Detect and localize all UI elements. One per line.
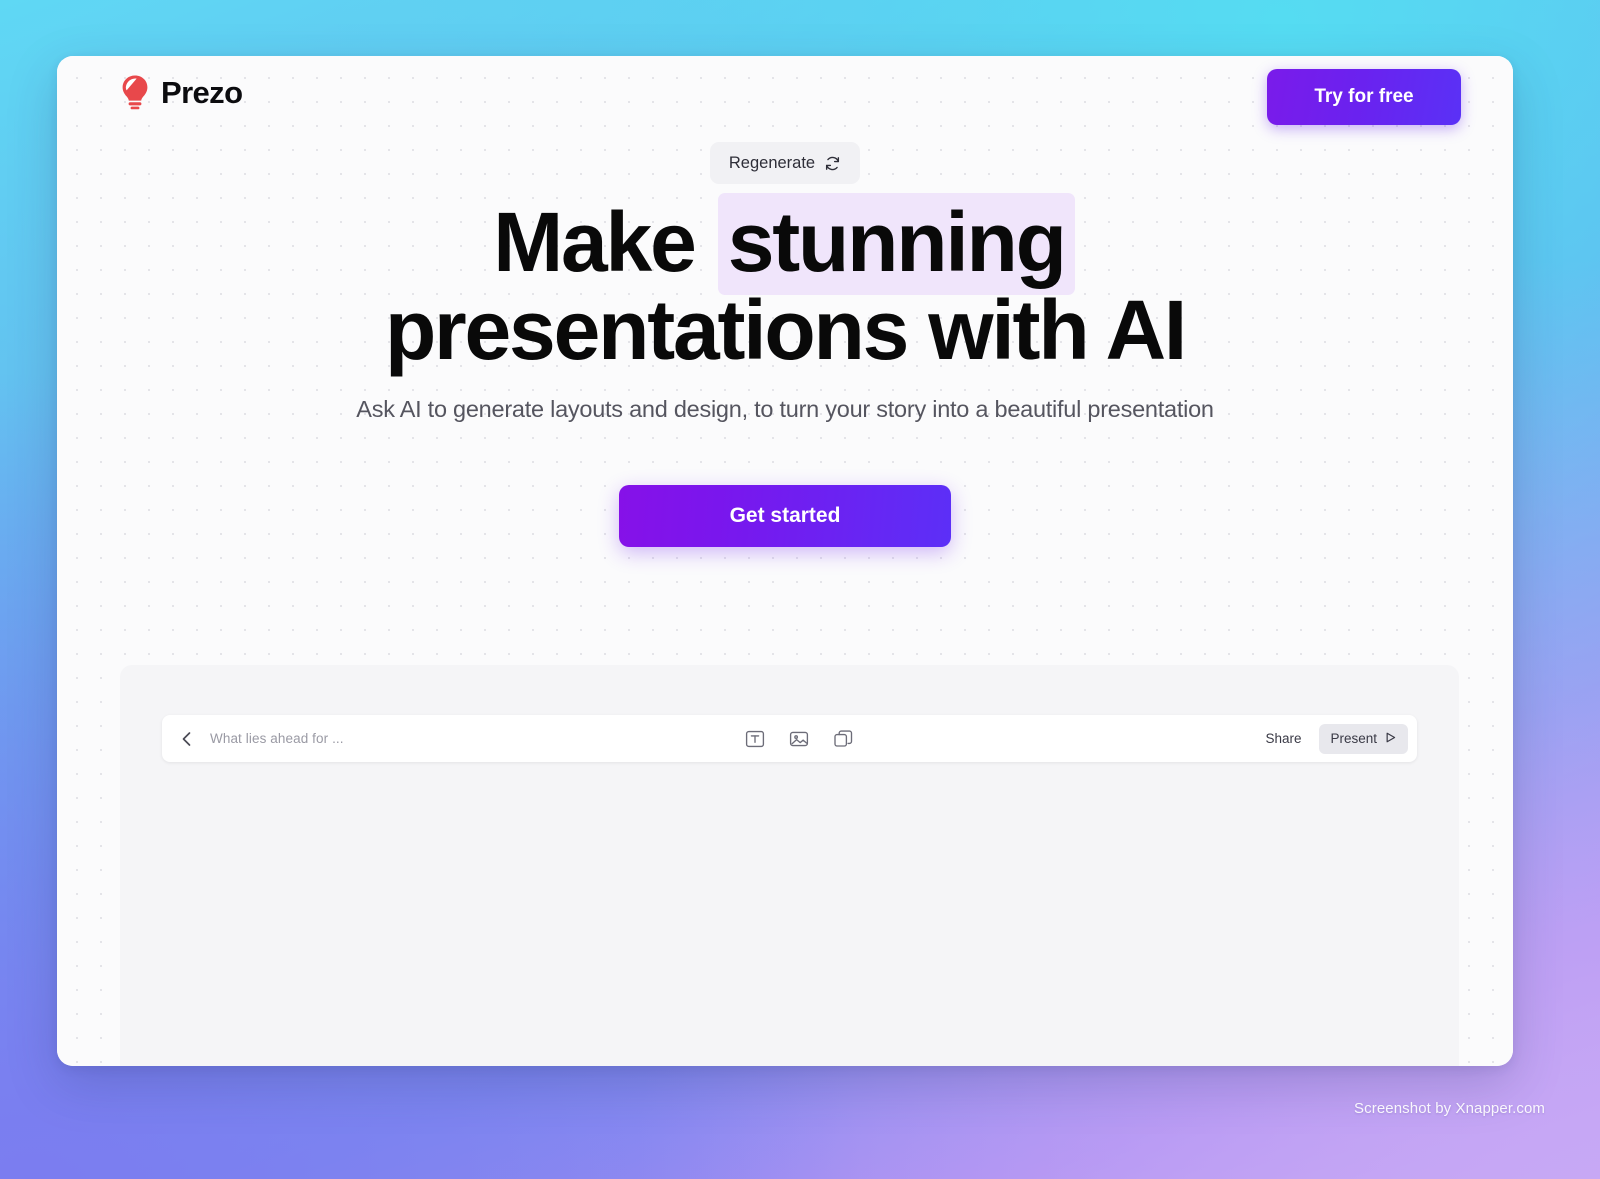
present-label: Present <box>1330 731 1377 746</box>
share-button[interactable]: Share <box>1253 724 1313 753</box>
brand-name: Prezo <box>161 74 243 110</box>
toolbar-left-group: What lies ahead for ... <box>162 729 344 749</box>
lightbulb-icon <box>120 74 150 110</box>
page-title: Make stunning presentations with AI <box>57 193 1513 378</box>
headline-highlight-stunning: stunning <box>717 193 1075 295</box>
headline-line-1: Make stunning <box>57 193 1513 295</box>
hero-section: Regenerate Make stunning presentations w… <box>57 142 1513 548</box>
brand-logo[interactable]: Prezo <box>120 74 243 110</box>
hero-subtitle: Ask AI to generate layouts and design, t… <box>356 396 1214 423</box>
regenerate-label: Regenerate <box>728 153 816 172</box>
refresh-icon <box>824 155 841 172</box>
app-header: Prezo Try for free <box>57 56 1513 142</box>
present-button[interactable]: Present <box>1319 723 1408 754</box>
chevron-left-icon[interactable] <box>177 729 197 749</box>
headline-word-make: Make <box>493 195 697 289</box>
app-window-card: Prezo Try for free Regenerate Make stunn… <box>57 56 1513 1066</box>
editor-toolbar: What lies ahead for ... Share Present <box>162 715 1417 762</box>
text-box-icon[interactable] <box>744 728 766 750</box>
image-icon[interactable] <box>788 728 810 750</box>
toolbar-right-group: Share Present <box>1253 723 1417 754</box>
regenerate-button[interactable]: Regenerate <box>710 142 860 184</box>
play-icon <box>1384 731 1397 747</box>
watermark-label: Screenshot by Xnapper.com <box>1354 1100 1545 1117</box>
deck-title: What lies ahead for ... <box>210 731 344 746</box>
get-started-button[interactable]: Get started <box>619 485 951 548</box>
toolbar-tools-group <box>344 728 1254 750</box>
editor-preview-panel: What lies ahead for ... Share Present <box>120 665 1459 1066</box>
shape-icon[interactable] <box>832 728 854 750</box>
screenshot-stage: Prezo Try for free Regenerate Make stunn… <box>0 0 1600 1179</box>
try-for-free-button[interactable]: Try for free <box>1267 69 1461 125</box>
headline-line-2: presentations with AI <box>384 283 1187 378</box>
